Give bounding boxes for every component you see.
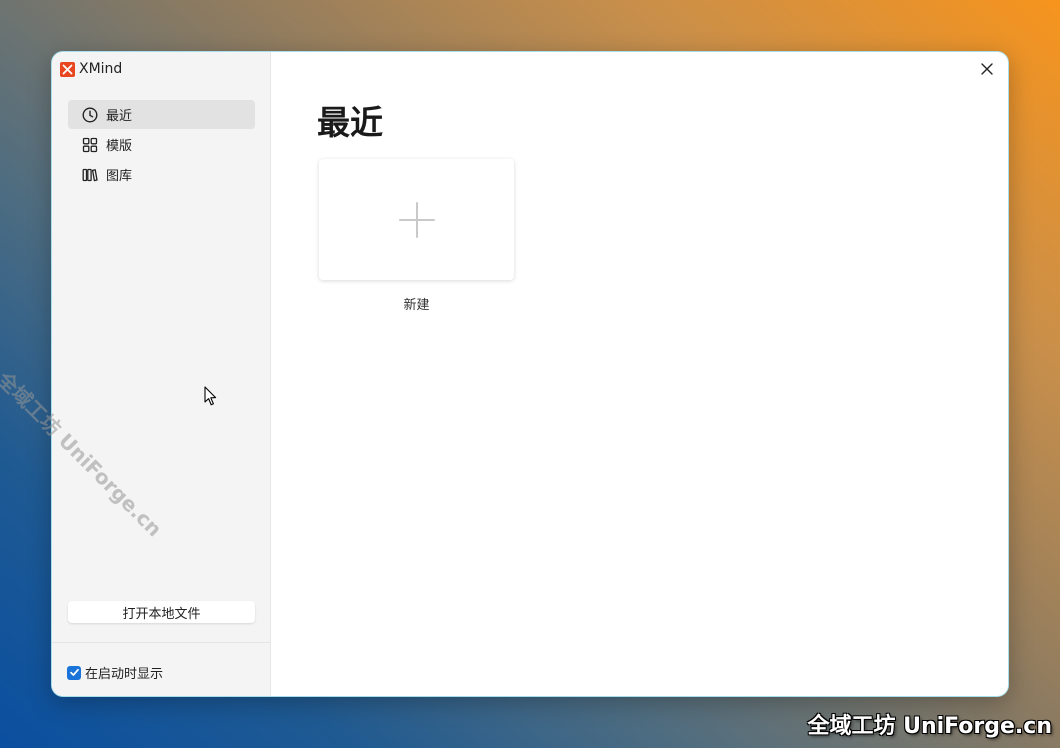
template-grid-icon xyxy=(81,136,98,153)
close-icon xyxy=(981,63,993,75)
sidebar-nav: 最近 模版 图库 xyxy=(68,100,255,190)
sidebar-item-label: 模版 xyxy=(106,139,133,154)
sidebar-item-templates[interactable]: 模版 xyxy=(68,130,255,159)
watermark-corner: 全域工坊 UniForge.cn xyxy=(807,714,1052,739)
app-title: XMind xyxy=(60,60,122,78)
new-file-label: 新建 xyxy=(403,298,430,313)
show-on-startup-checkbox[interactable] xyxy=(67,665,81,680)
xmind-window: XMind 最近 模版 图库 打开本地文件 在启动时显示 最近 新建 xyxy=(51,51,1009,697)
sidebar-item-label: 图库 xyxy=(106,169,133,184)
clock-icon xyxy=(81,106,98,123)
open-local-file-button[interactable]: 打开本地文件 xyxy=(68,601,255,623)
sidebar-footer: 在启动时显示 xyxy=(52,642,270,696)
page-title: 最近 xyxy=(317,103,383,142)
sidebar-item-library[interactable]: 图库 xyxy=(68,160,255,189)
sidebar-item-recent[interactable]: 最近 xyxy=(68,100,255,129)
plus-icon xyxy=(398,201,435,238)
library-books-icon xyxy=(81,166,98,183)
checkmark-icon xyxy=(69,668,79,676)
xmind-logo-icon xyxy=(60,61,75,77)
show-on-startup-label: 在启动时显示 xyxy=(85,667,164,682)
show-on-startup-option[interactable]: 在启动时显示 xyxy=(67,663,163,682)
new-file-card[interactable] xyxy=(319,159,514,280)
app-title-label: XMind xyxy=(79,61,123,77)
sidebar-item-label: 最近 xyxy=(106,109,133,124)
sidebar: XMind 最近 模版 图库 打开本地文件 在启动时显示 xyxy=(52,52,271,696)
main-panel: 最近 新建 xyxy=(271,52,1008,696)
close-button[interactable] xyxy=(978,60,996,78)
